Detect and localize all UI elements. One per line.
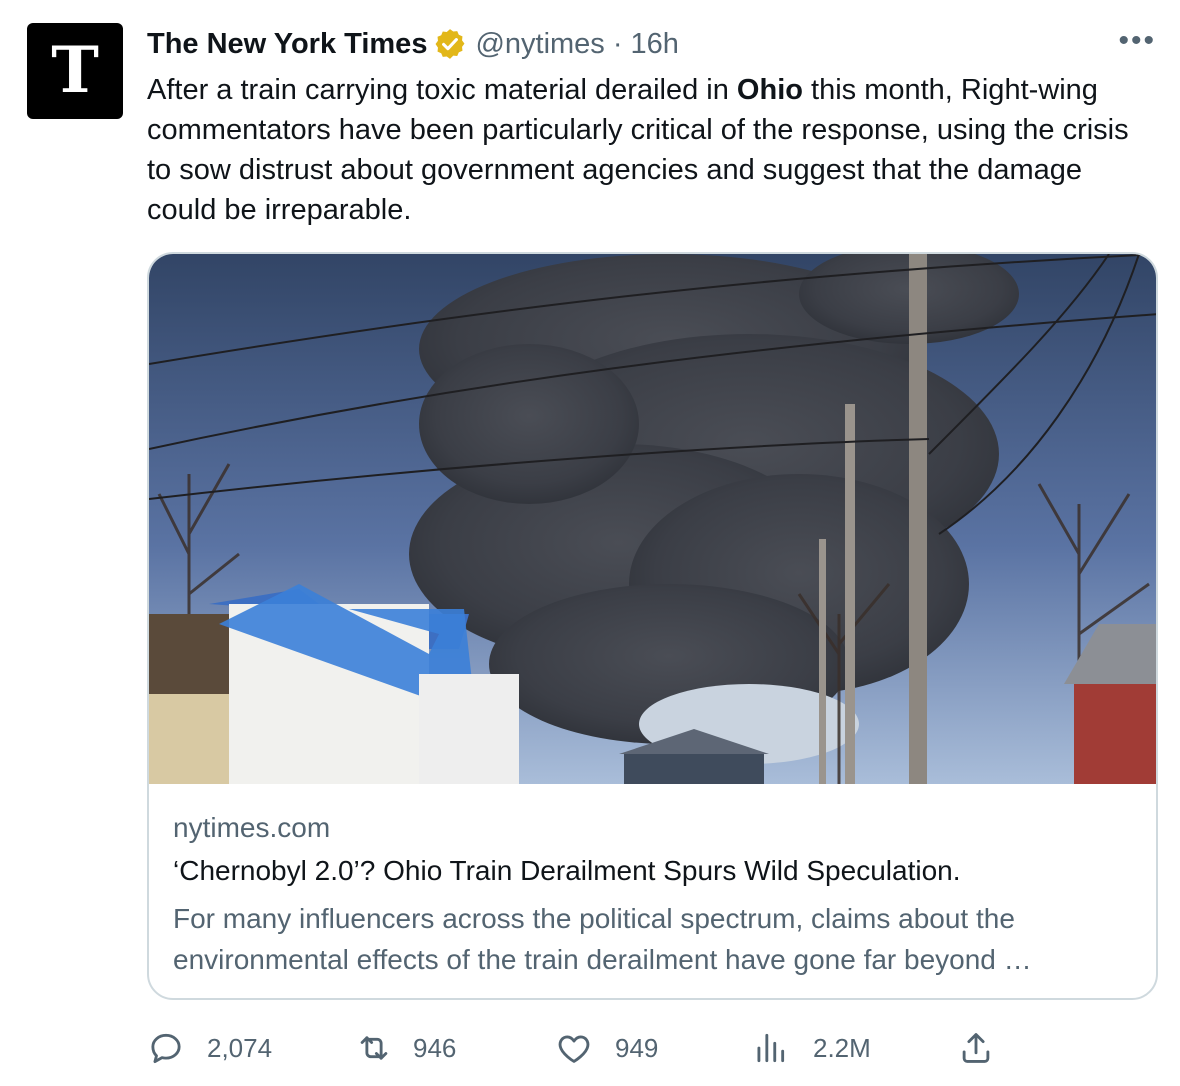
timestamp[interactable]: 16h (630, 28, 678, 61)
like-count: 949 (615, 1032, 659, 1063)
reply-button[interactable]: 2,074 (147, 1025, 272, 1071)
tweet-actions: 2,074 946 949 2.2M (147, 1025, 1158, 1071)
author-name[interactable]: The New York Times (147, 28, 427, 61)
separator-dot: · (612, 27, 623, 60)
views-count: 2.2M (813, 1032, 871, 1063)
tweet-header: The New York Times @nytimes · 16h (147, 24, 679, 64)
nyt-logo: T (51, 33, 99, 108)
author-handle[interactable]: @nytimes (475, 28, 604, 61)
card-title: ‘Chernobyl 2.0’? Ohio Train Derailment S… (173, 855, 961, 886)
tweet-text-bold[interactable]: Ohio (737, 74, 803, 106)
card-description: For many influencers across the politica… (173, 903, 1032, 975)
retweet-count: 946 (413, 1032, 457, 1063)
views-button[interactable]: 2.2M (751, 1025, 871, 1071)
tweet-text: After a train carrying toxic material de… (147, 70, 1152, 230)
reply-icon (151, 1033, 181, 1064)
verified-badge-icon[interactable] (433, 27, 467, 61)
share-icon (962, 1033, 990, 1063)
card-domain: nytimes.com (173, 812, 331, 843)
share-button[interactable] (957, 1025, 995, 1071)
link-card[interactable]: nytimes.com ‘Chernobyl 2.0’? Ohio Train … (147, 252, 1158, 1000)
more-icon[interactable]: ••• (1118, 26, 1156, 56)
tweet-text-part-1: After a train carrying toxic material de… (147, 74, 737, 106)
views-icon (757, 1033, 785, 1063)
retweet-button[interactable]: 946 (355, 1025, 456, 1071)
card-image[interactable] (149, 254, 1158, 784)
like-button[interactable]: 949 (555, 1025, 658, 1071)
retweet-icon (360, 1036, 388, 1060)
avatar[interactable]: T (27, 23, 123, 119)
like-icon (558, 1035, 590, 1063)
reply-count: 2,074 (207, 1032, 273, 1063)
